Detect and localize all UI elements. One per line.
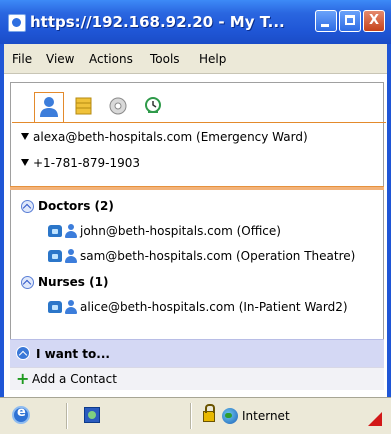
contact-label: sam@beth-hospitals.com (Operation Theatr…	[80, 249, 356, 263]
i-want-to-label: I want to...	[36, 347, 110, 361]
expand-icon	[21, 133, 29, 140]
status-bar: Internet	[0, 397, 391, 434]
clock-icon	[145, 97, 161, 113]
resize-grip[interactable]	[368, 412, 382, 426]
collapse-icon[interactable]	[21, 276, 34, 289]
addon-icon[interactable]	[84, 407, 100, 423]
phone-icon	[48, 250, 62, 262]
person-icon	[65, 224, 77, 238]
contact-row[interactable]: sam@beth-hospitals.com (Operation Theatr…	[48, 249, 355, 263]
group-title: Doctors (2)	[38, 199, 114, 213]
main-panel: alexa@beth-hospitals.com (Emergency Ward…	[4, 74, 387, 397]
contact-label: john@beth-hospitals.com (Office)	[80, 224, 281, 238]
window-title: https://192.168.92.20 - My T...	[30, 13, 285, 31]
person-icon	[40, 97, 58, 117]
menu-bar: File View Actions Tools Help	[4, 44, 387, 74]
contact-row[interactable]: john@beth-hospitals.com (Office)	[48, 224, 281, 238]
menu-help[interactable]: Help	[199, 52, 226, 66]
tab-history[interactable]	[139, 92, 169, 122]
plus-icon: +	[16, 369, 30, 388]
identity-text: alexa@beth-hospitals.com (Emergency Ward…	[33, 130, 308, 144]
phone-icon	[48, 301, 62, 313]
phone-icon	[48, 225, 62, 237]
security-zone-label: Internet	[242, 409, 290, 423]
disc-icon	[109, 97, 127, 115]
browser-icon	[8, 14, 26, 32]
minimize-button[interactable]	[315, 10, 337, 32]
contact-row[interactable]: alice@beth-hospitals.com (In-Patient War…	[48, 300, 348, 314]
expand-icon	[21, 159, 29, 166]
menu-view[interactable]: View	[46, 52, 74, 66]
person-icon	[65, 249, 77, 263]
menu-file[interactable]: File	[12, 52, 32, 66]
phone-text: +1-781-879-1903	[33, 156, 141, 170]
window-frame-right	[387, 44, 391, 397]
add-contact-link[interactable]: + Add a Contact	[10, 367, 384, 390]
maximize-button[interactable]	[339, 10, 361, 32]
section-divider	[10, 186, 384, 190]
phone-row[interactable]: +1-781-879-1903	[21, 156, 140, 170]
grid-icon	[75, 97, 92, 115]
minimize-icon	[321, 24, 329, 27]
ie-icon	[12, 405, 30, 424]
menu-tools[interactable]: Tools	[150, 52, 180, 66]
group-title: Nurses (1)	[38, 275, 109, 289]
maximize-icon	[345, 15, 355, 25]
globe-icon	[222, 408, 238, 424]
status-separator	[190, 403, 192, 429]
tab-contacts[interactable]	[34, 92, 64, 123]
group-doctors[interactable]: Doctors (2)	[21, 199, 114, 213]
menu-actions[interactable]: Actions	[89, 52, 133, 66]
lock-icon[interactable]	[203, 404, 215, 422]
tab-underline	[12, 122, 386, 123]
close-button[interactable]: X	[363, 10, 385, 32]
i-want-to-header[interactable]: I want to...	[10, 339, 384, 367]
add-contact-label: Add a Contact	[32, 372, 117, 386]
contact-label: alice@beth-hospitals.com (In-Patient War…	[80, 300, 348, 314]
group-nurses[interactable]: Nurses (1)	[21, 275, 108, 289]
identity-row[interactable]: alexa@beth-hospitals.com (Emergency Ward…	[21, 130, 308, 144]
title-bar[interactable]: https://192.168.92.20 - My T... X	[0, 0, 391, 44]
tab-media[interactable]	[104, 92, 134, 122]
person-icon	[65, 300, 77, 314]
status-separator	[66, 403, 68, 429]
tab-conversations[interactable]	[69, 92, 99, 122]
collapse-icon[interactable]	[21, 200, 34, 213]
collapse-icon[interactable]	[16, 346, 30, 360]
